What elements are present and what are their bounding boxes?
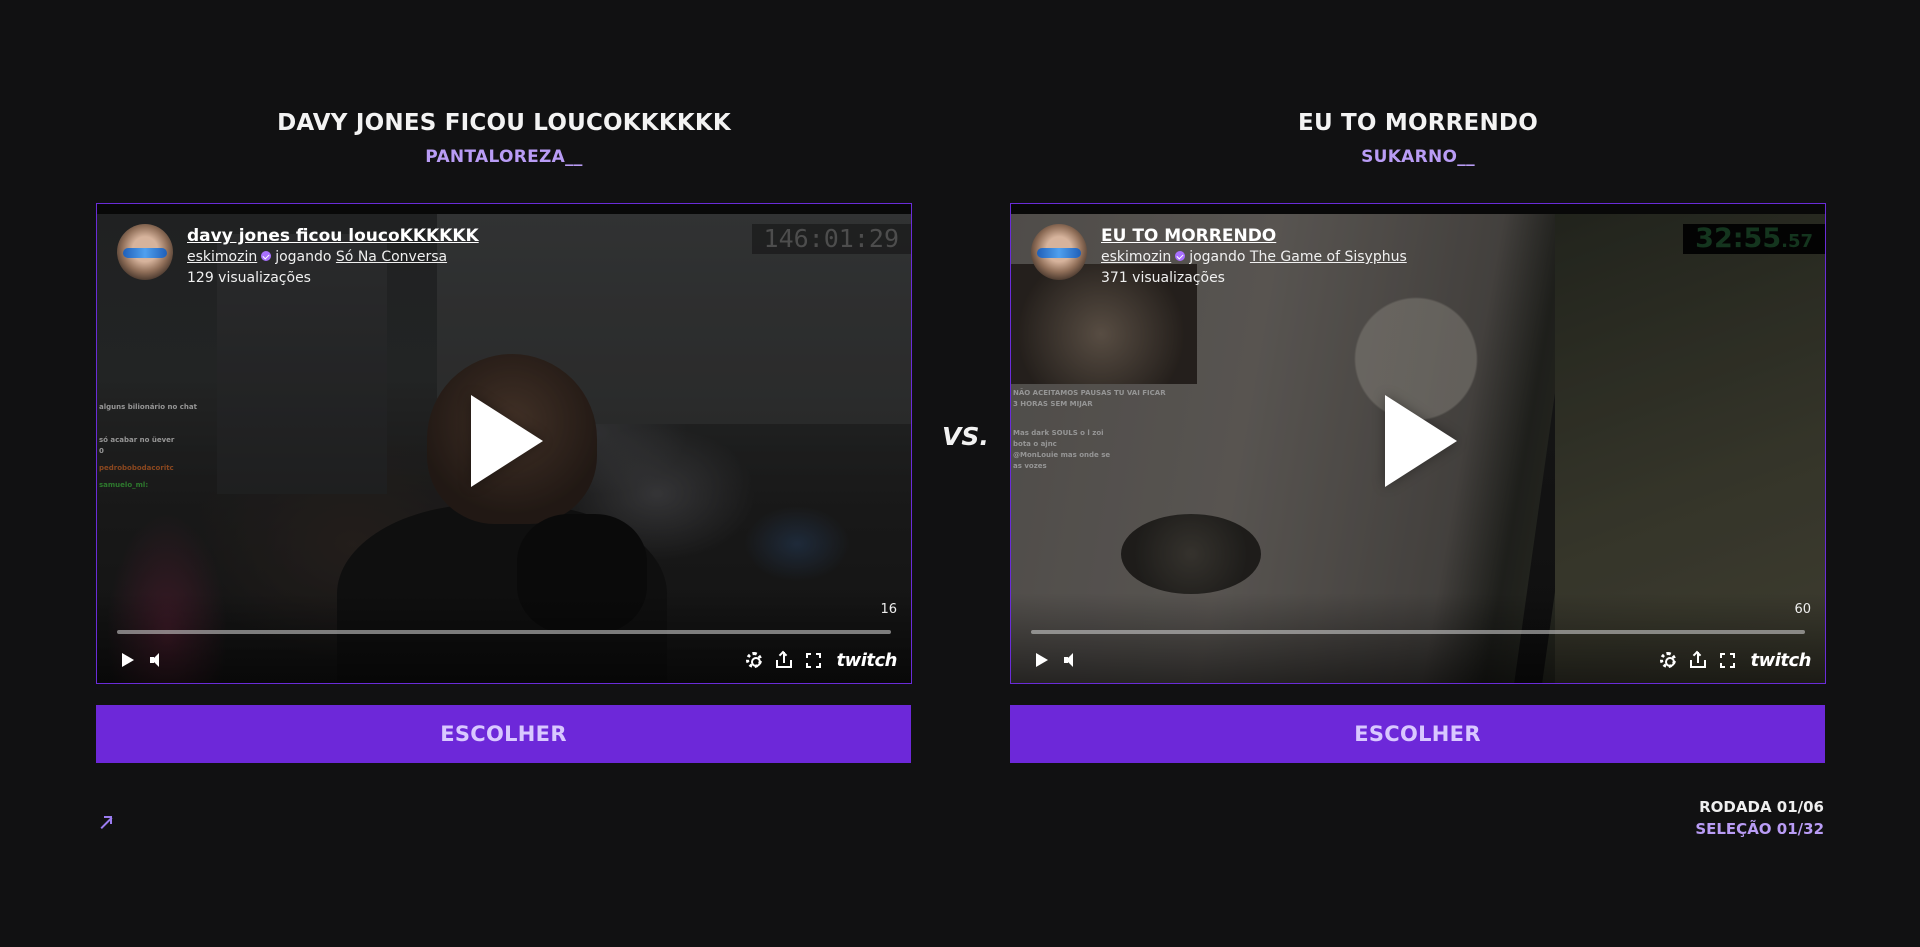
clip-info: davy jones ficou loucoKKKKKK eskimozin jo… bbox=[117, 224, 479, 289]
view-count: 129 visualizações bbox=[187, 270, 311, 286]
play-icon bbox=[1036, 653, 1048, 667]
view-count: 371 visualizações bbox=[1101, 270, 1225, 286]
progress-bar[interactable] bbox=[117, 630, 891, 634]
clip-author: PANTALOREZA__ bbox=[425, 147, 583, 167]
player-controls: twitch bbox=[1031, 648, 1811, 672]
round-counter: RODADA 01/06 bbox=[1699, 798, 1824, 816]
clip-info: EU TO MORRENDO eskimozin jogando The Game… bbox=[1031, 224, 1407, 289]
twitch-logo[interactable]: twitch bbox=[837, 650, 898, 671]
verified-icon bbox=[1175, 251, 1186, 261]
clip-heading: DAVY JONES FICOU LOUCOKKKKKK bbox=[277, 110, 731, 136]
gear-icon bbox=[745, 652, 762, 668]
playing-label: jogando bbox=[1189, 249, 1246, 265]
versus-label: VS. bbox=[942, 422, 989, 451]
game-link[interactable]: The Game of Sisyphus bbox=[1250, 249, 1407, 265]
choose-button[interactable]: ESCOLHER bbox=[1010, 705, 1825, 763]
settings-button[interactable] bbox=[1657, 649, 1679, 671]
share-button[interactable] bbox=[1687, 649, 1709, 671]
play-button[interactable] bbox=[117, 649, 139, 671]
volume-icon bbox=[150, 653, 166, 667]
mute-button[interactable] bbox=[147, 649, 169, 671]
share-icon bbox=[775, 650, 792, 668]
player-controls: twitch bbox=[117, 648, 897, 672]
share-button[interactable] bbox=[773, 649, 795, 671]
gear-icon bbox=[1659, 652, 1676, 668]
play-icon bbox=[122, 653, 134, 667]
channel-link[interactable]: eskimozin bbox=[1101, 249, 1171, 265]
channel-link[interactable]: eskimozin bbox=[187, 249, 257, 265]
mute-button[interactable] bbox=[1061, 649, 1083, 671]
fullscreen-icon bbox=[806, 652, 821, 668]
fullscreen-icon bbox=[1720, 652, 1735, 668]
play-button[interactable] bbox=[1031, 649, 1053, 671]
choose-button[interactable]: ESCOLHER bbox=[96, 705, 911, 763]
player-clip-title[interactable]: davy jones ficou loucoKKKKKK bbox=[187, 225, 479, 247]
avatar[interactable] bbox=[117, 224, 173, 280]
player-clip-title[interactable]: EU TO MORRENDO bbox=[1101, 225, 1407, 247]
fullscreen-button[interactable] bbox=[1717, 649, 1739, 671]
external-link-icon[interactable] bbox=[98, 816, 113, 830]
progress-bar[interactable] bbox=[1031, 630, 1805, 634]
twitch-logo[interactable]: twitch bbox=[1751, 650, 1812, 671]
game-link[interactable]: Só Na Conversa bbox=[336, 249, 447, 265]
settings-button[interactable] bbox=[743, 649, 765, 671]
avatar[interactable] bbox=[1031, 224, 1087, 280]
clip-author: SUKARNO__ bbox=[1361, 147, 1475, 167]
volume-icon bbox=[1064, 653, 1080, 667]
share-icon bbox=[1689, 650, 1706, 668]
video-player[interactable]: NÃO ACEITAMOS PAUSAS TU VAI FICAR 3 HORA… bbox=[1010, 203, 1826, 684]
clip-heading: EU TO MORRENDO bbox=[1298, 110, 1538, 136]
play-icon[interactable] bbox=[471, 395, 543, 487]
round-status: RODADA 01/06 SELEÇÃO 01/32 bbox=[1695, 796, 1824, 840]
play-icon[interactable] bbox=[1385, 395, 1457, 487]
selection-counter: SELEÇÃO 01/32 bbox=[1695, 820, 1824, 838]
video-player[interactable]: alguns bilionário no chat só acabar no ü… bbox=[96, 203, 912, 684]
viewer-count: 60 bbox=[1794, 602, 1811, 617]
verified-icon bbox=[261, 251, 272, 261]
viewer-count: 16 bbox=[880, 602, 897, 617]
playing-label: jogando bbox=[275, 249, 332, 265]
fullscreen-button[interactable] bbox=[803, 649, 825, 671]
